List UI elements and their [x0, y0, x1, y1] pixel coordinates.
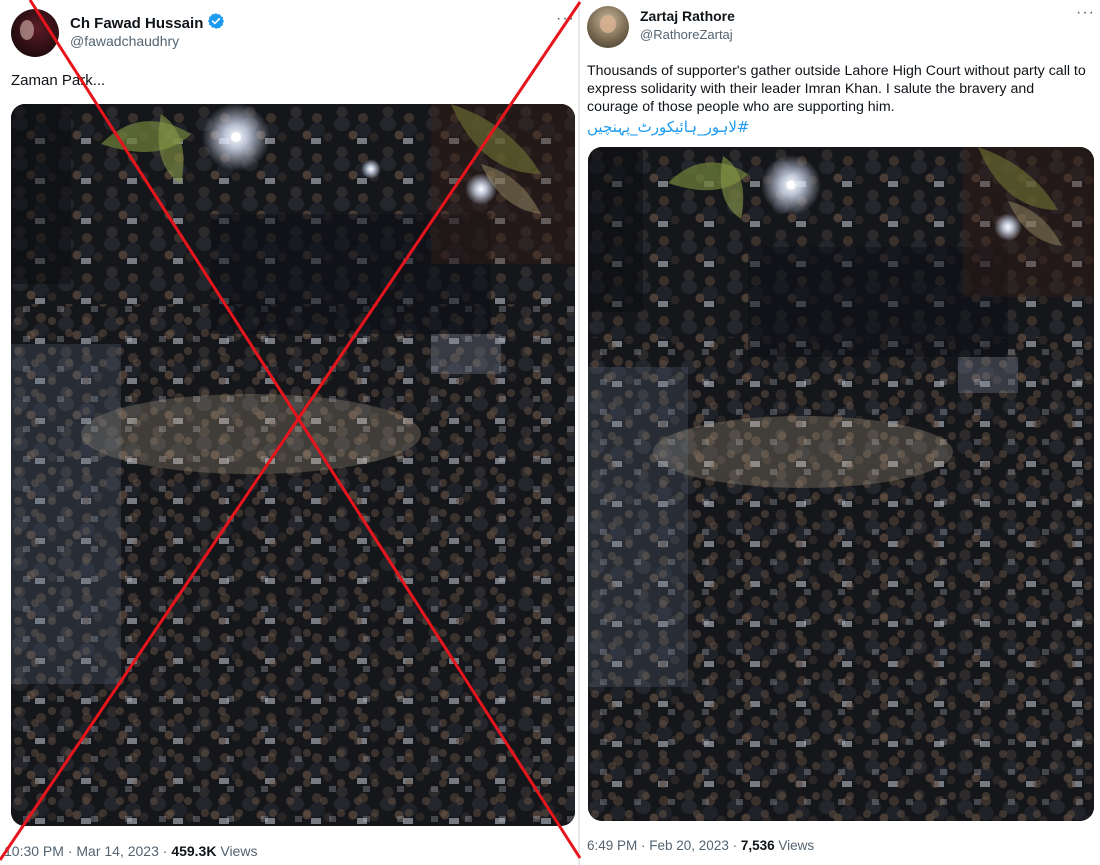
more-icon[interactable]: ···: [1076, 4, 1095, 22]
crowd-photo: [11, 104, 575, 826]
views-label: Views: [774, 838, 815, 853]
avatar[interactable]: [11, 9, 59, 57]
verified-badge-icon: [208, 13, 225, 29]
tweet-timestamp[interactable]: 10:30 PM · Mar 14, 2023 · 459.3K Views: [4, 843, 257, 859]
tweet-card-fawad[interactable]: Ch Fawad Hussain @fawadchaudhry ··· Zama…: [0, 0, 578, 865]
user-handle[interactable]: @RathoreZartaj: [640, 27, 733, 42]
tweet-text: Zaman Park...: [11, 72, 106, 89]
crowd-photo: [588, 147, 1094, 821]
user-handle[interactable]: @fawadchaudhry: [70, 33, 179, 49]
display-name-text[interactable]: Ch Fawad Hussain: [70, 15, 203, 32]
display-name[interactable]: Zartaj Rathore: [640, 8, 735, 24]
tweet-photo[interactable]: [11, 104, 575, 826]
more-icon[interactable]: ···: [556, 10, 575, 28]
tweet-timestamp[interactable]: 6:49 PM · Feb 20, 2023 · 7,536 Views: [587, 838, 814, 853]
display-name[interactable]: Ch Fawad Hussain: [70, 12, 225, 32]
tweet-card-zartaj[interactable]: Zartaj Rathore @RathoreZartaj ··· Thousa…: [580, 0, 1100, 865]
avatar[interactable]: [587, 6, 629, 48]
views-label: Views: [216, 843, 258, 859]
views-count: 459.3K: [171, 843, 217, 859]
tweet-text: Thousands of supporter's gather outside …: [587, 63, 1086, 115]
tweet-photo[interactable]: [588, 147, 1094, 821]
views-count: 7,536: [740, 838, 775, 853]
timestamp-date[interactable]: 10:30 PM · Mar 14, 2023 ·: [4, 843, 171, 859]
timestamp-date[interactable]: 6:49 PM · Feb 20, 2023 ·: [587, 838, 741, 853]
hashtag-link[interactable]: #لاہور_ہائیکورٹ_پہنچیں: [587, 118, 749, 136]
